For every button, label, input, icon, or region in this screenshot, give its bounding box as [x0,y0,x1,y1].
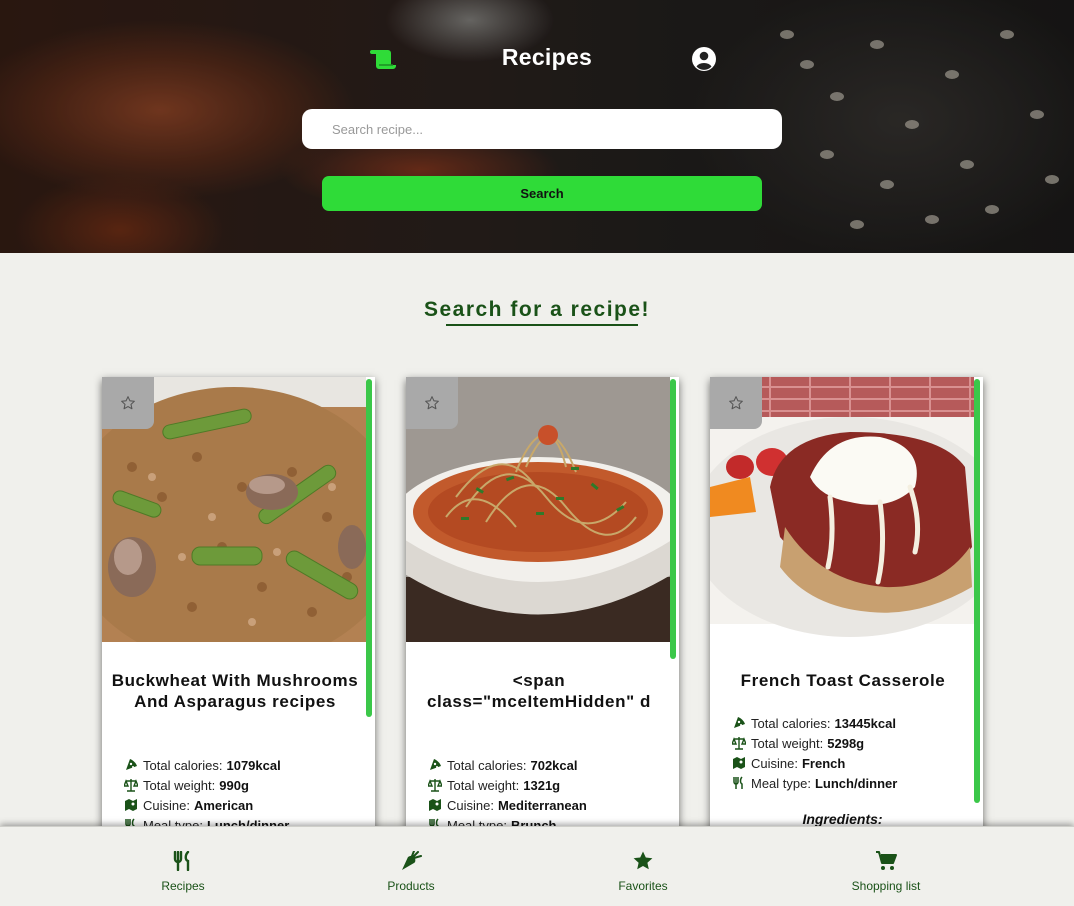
section-title: Search for a recipe! [423,298,651,321]
map-icon [429,799,441,811]
recipe-card[interactable]: French Toast Casserole Total calories: 13… [710,377,983,847]
weight-row: Total weight: 990g [124,775,289,795]
weight-row: Total weight: 1321g [428,775,587,795]
calories-label: Total calories: [751,715,831,731]
map-icon [733,757,745,769]
favorite-button[interactable] [710,377,762,429]
calories-value: 1079kcal [226,757,281,773]
utensils-icon [733,776,743,789]
cuisine-label: Cuisine: [447,797,494,813]
weight-row: Total weight: 5298g [732,733,897,753]
recipe-title: <span class="mceItemHidden" d [426,671,652,711]
cuisine-value: American [193,797,254,813]
weight-value: 5298g [827,735,865,751]
star-icon [633,851,653,870]
scale-icon [124,779,138,792]
card-scrollbar[interactable] [670,377,678,847]
pizza-icon [430,759,441,770]
calories-row: Total calories: 13445kcal [732,713,897,733]
recipe-info: Total calories: 13445kcal Total weight: 52… [732,713,897,793]
nav-item-recipes[interactable]: Recipes [143,827,223,906]
utensils-icon [173,851,190,871]
weight-label: Total weight: [143,777,216,793]
cuisine-value: French [801,755,846,771]
scale-icon [732,737,746,750]
card-scrollbar[interactable] [366,377,374,847]
cuisine-label: Cuisine: [751,755,798,771]
pizza-icon [126,759,137,770]
weight-value: 990g [219,777,249,793]
recipe-info: Total calories: 1079kcal Total weight: 990… [124,755,289,835]
recipe-card[interactable]: <span class="mceItemHidden" d Total calo… [406,377,679,847]
calories-label: Total calories: [447,757,527,773]
map-icon [125,799,137,811]
meal-row: Meal type: Lunch/dinner [732,773,897,793]
nav-label: Shopping list [851,879,921,893]
star-outline-icon [121,396,135,410]
meal-value: Lunch/dinner [814,775,898,791]
user-circle-icon[interactable] [691,46,717,72]
card-scrollbar[interactable] [974,377,982,847]
calories-value: 13445kcal [834,715,896,731]
nav-item-products[interactable]: Products [366,827,456,906]
ingredients-heading: Ingredients: [802,811,883,827]
recipe-card[interactable]: Buckwheat With Mushrooms And Asparagus r… [102,377,375,847]
calories-value: 702kcal [530,757,578,773]
search-input[interactable] [302,109,782,149]
calories-row: Total calories: 702kcal [428,755,587,775]
pizza-icon [734,717,745,728]
cuisine-row: Cuisine: Mediterranean [428,795,587,815]
nav-label: Products [387,879,435,893]
weight-value: 1321g [523,777,561,793]
cuisine-label: Cuisine: [143,797,190,813]
recipe-info: Total calories: 702kcal Total weight: 1321… [428,755,587,835]
cart-icon [876,851,897,870]
cuisine-value: Mediterranean [497,797,587,813]
nav-label: Recipes [161,879,205,893]
bottom-nav: Recipes Products Favorites Shopping list [0,826,1074,906]
weight-label: Total weight: [751,735,824,751]
recipe-title: Buckwheat With Mushrooms And Asparagus r… [111,671,359,711]
scale-icon [428,779,442,792]
cuisine-row: Cuisine: French [732,753,897,773]
star-outline-icon [729,396,743,410]
recipe-title: French Toast Casserole [740,671,946,690]
nav-label: Favorites [618,879,668,893]
title-underline [446,324,638,326]
calories-row: Total calories: 1079kcal [124,755,289,775]
nav-item-shopping-list[interactable]: Shopping list [836,827,936,906]
star-outline-icon [425,396,439,410]
nav-item-favorites[interactable]: Favorites [598,827,688,906]
weight-label: Total weight: [447,777,520,793]
calories-label: Total calories: [143,757,223,773]
carrot-icon [402,851,422,870]
app-title: Recipes [501,44,593,70]
search-button[interactable]: Search [322,176,762,211]
meal-label: Meal type: [751,775,811,791]
cuisine-row: Cuisine: American [124,795,289,815]
hero-banner: Recipes Search [0,0,1074,253]
favorite-button[interactable] [102,377,154,429]
favorite-button[interactable] [406,377,458,429]
scroll-icon[interactable] [369,47,399,71]
